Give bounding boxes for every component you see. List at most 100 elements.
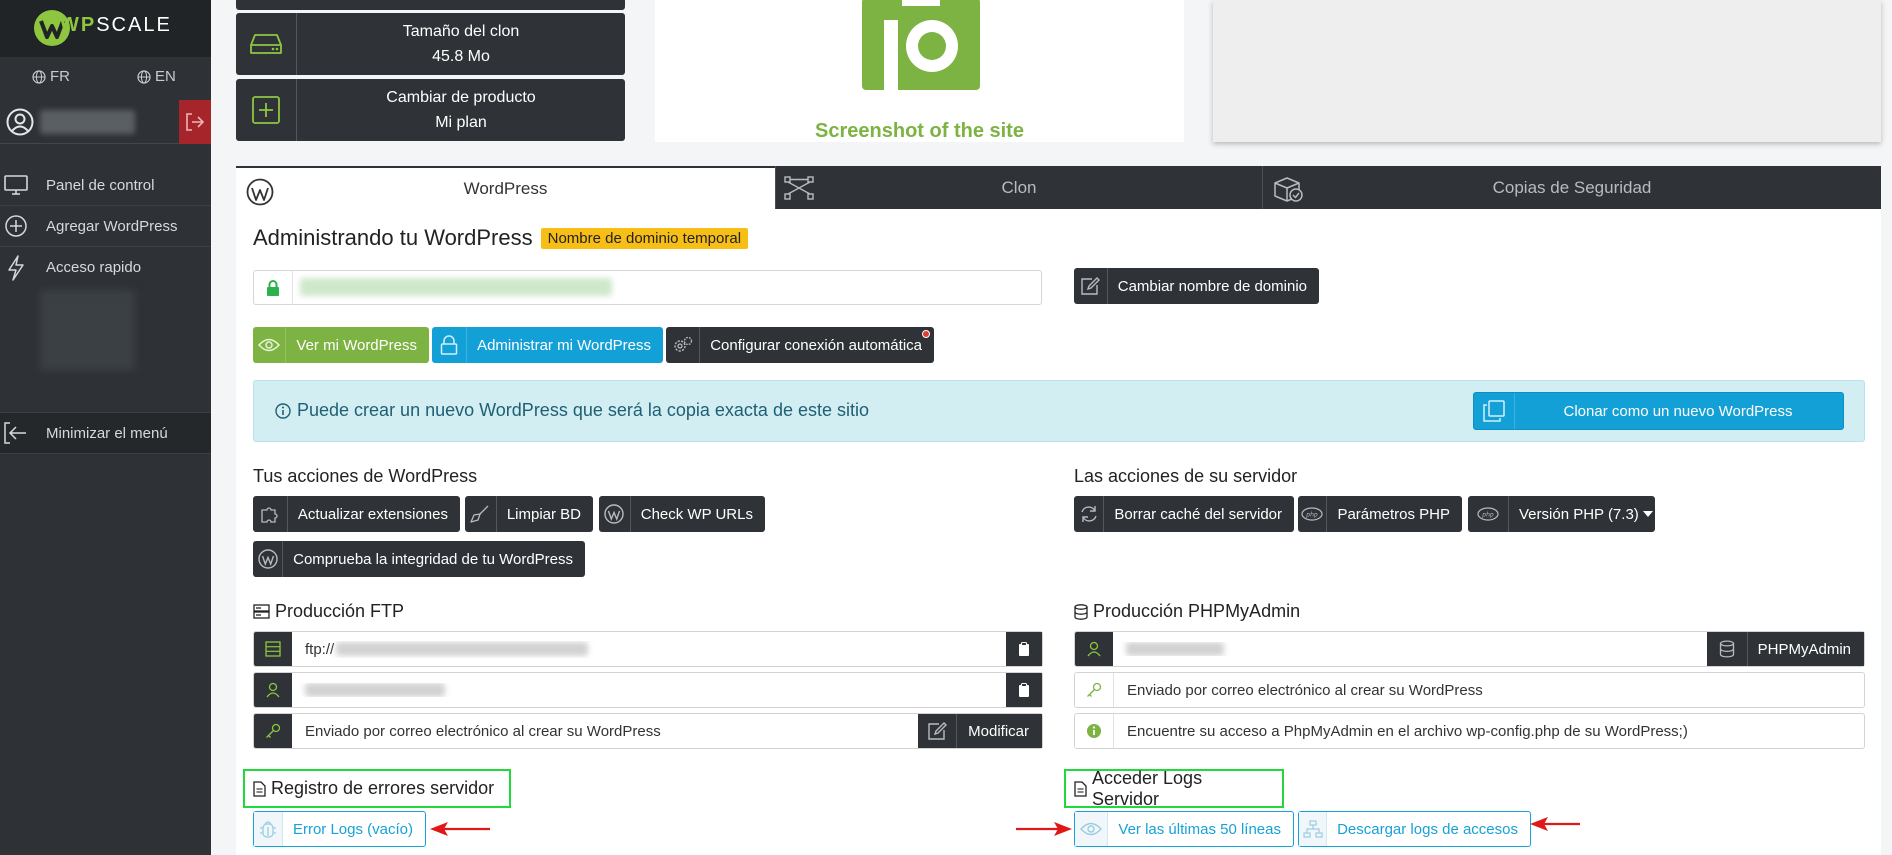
ftp-host-field[interactable]: ftp:// — [253, 631, 1043, 667]
autologin-label: Configurar conexión automática — [710, 336, 922, 354]
clipboard-button[interactable] — [1006, 632, 1042, 666]
error-logs-title-label: Registro de errores servidor — [271, 778, 495, 798]
wordpress-tab-panel — [236, 209, 1881, 855]
ftp-section-title: Producción FTP — [253, 601, 404, 622]
tab-backups[interactable]: Copias de Seguridad — [1262, 166, 1881, 209]
clean-db-label: Limpiar BD — [506, 505, 581, 523]
phpmyadmin-user-redacted — [1126, 642, 1224, 656]
site-url-redacted — [300, 278, 612, 296]
sidebar-item-add-wordpress[interactable]: Agregar WordPress — [0, 206, 211, 247]
lang-en-link[interactable]: EN — [137, 68, 176, 85]
view-wordpress-label: Ver mi WordPress — [296, 336, 417, 354]
sidebar-item-label: Acceso rapido — [46, 259, 142, 276]
sidebar-item-quick-access[interactable]: Acceso rapido — [0, 247, 211, 288]
backup-box-icon — [1273, 176, 1303, 202]
logout-icon — [185, 113, 205, 131]
ftp-password-text: Enviado por correo electrónico al crear … — [305, 722, 661, 740]
key-icon — [254, 714, 292, 748]
ftp-password-field: Enviado por correo electrónico al crear … — [253, 713, 1043, 749]
clear-cache-button[interactable]: Borrar caché del servidor — [1074, 496, 1294, 532]
logout-button[interactable] — [179, 100, 211, 144]
lock-icon — [253, 270, 293, 305]
change-product-value: Mi plan — [435, 114, 487, 131]
php-params-label: Parámetros PHP — [1337, 505, 1450, 523]
wordpress-icon — [253, 541, 284, 577]
check-integrity-button[interactable]: Comprueba la integridad de tu WordPress — [253, 541, 585, 577]
sitemap-icon — [1299, 812, 1328, 846]
sidebar-item-label: Panel de control — [46, 176, 155, 194]
screenshot-caption: Screenshot of the site — [815, 120, 1024, 142]
clipboard-icon — [1018, 641, 1030, 657]
phpmyadmin-user-field[interactable]: PHPMyAdmin — [1074, 631, 1865, 667]
lang-fr-link[interactable]: FR — [32, 68, 70, 85]
php-version-dropdown[interactable]: php Versión PHP (7.3) — [1468, 496, 1655, 532]
globe-icon — [137, 69, 151, 84]
view-last-50-lines-button[interactable]: Ver las últimas 50 líneas — [1074, 811, 1294, 847]
ftp-host-prefix: ftp:// — [305, 640, 335, 658]
sidebar-item-dashboard[interactable]: Panel de control — [0, 165, 211, 206]
clone-size-card: Tamaño del clon 45.8 Mo — [236, 13, 625, 75]
plus-square-icon — [236, 79, 297, 141]
svg-text:php: php — [1481, 512, 1494, 519]
lock-icon — [432, 327, 468, 363]
check-wp-urls-label: Check WP URLs — [640, 505, 753, 523]
eye-icon — [1075, 812, 1109, 846]
sidebar-item-label: Agregar WordPress — [46, 217, 178, 235]
tab-wordpress[interactable]: WordPress — [236, 166, 775, 209]
brand-name: WPSCALE — [60, 14, 172, 36]
phpmyadmin-password-field: Enviado por correo electrónico al crear … — [1074, 672, 1865, 708]
wp-actions-title: Tus acciones de WordPress — [253, 466, 478, 486]
check-wp-urls-button[interactable]: Check WP URLs — [599, 496, 765, 532]
clone-new-wordpress-label: Clonar como un nuevo WordPress — [1563, 402, 1793, 420]
php-params-button[interactable]: php Parámetros PHP — [1298, 496, 1462, 532]
ftp-user-redacted — [305, 683, 445, 697]
gears-icon — [666, 327, 701, 363]
modify-password-button[interactable]: Modificar — [918, 714, 1042, 748]
ftp-host-redacted — [336, 642, 589, 656]
copy-icon — [1474, 393, 1515, 429]
eye-icon — [253, 327, 287, 363]
modify-label: Modificar — [968, 722, 1029, 740]
svg-text:php: php — [1306, 512, 1319, 519]
logo-bar: WPSCALE — [0, 0, 211, 57]
clipboard-icon — [1018, 682, 1030, 698]
info-circle-icon — [1075, 714, 1114, 748]
clipboard-button[interactable] — [1006, 673, 1042, 707]
user-avatar-icon — [6, 108, 34, 136]
red-arrow-left-icon — [1530, 815, 1582, 833]
red-arrow-right-icon — [1016, 820, 1072, 838]
autologin-button[interactable]: Configurar conexión automática — [666, 327, 934, 363]
change-domain-button[interactable]: Cambiar nombre de dominio — [1074, 268, 1319, 304]
php-icon: php — [1468, 496, 1509, 532]
error-logs-button[interactable]: Error Logs (vacío) — [253, 811, 426, 847]
refresh-icon — [1074, 496, 1105, 532]
view-wordpress-button[interactable]: Ver mi WordPress — [253, 327, 429, 363]
minimize-menu-button[interactable]: Minimizar el menú — [0, 412, 211, 454]
download-access-logs-button[interactable]: Descargar logs de accesos — [1298, 811, 1531, 847]
check-integrity-label: Comprueba la integridad de tu WordPress — [293, 550, 573, 568]
notification-dot — [922, 330, 930, 338]
phpmyadmin-info-text: Encuentre su acceso a PhpMyAdmin en el a… — [1127, 722, 1688, 740]
lang-en-label: EN — [155, 68, 176, 85]
user-icon — [254, 673, 292, 707]
update-extensions-button[interactable]: Actualizar extensiones — [253, 496, 460, 532]
phpmyadmin-button[interactable]: PHPMyAdmin — [1706, 632, 1864, 666]
view-last-50-lines-label: Ver las últimas 50 líneas — [1118, 820, 1281, 838]
ftp-user-field[interactable] — [253, 672, 1043, 708]
clear-cache-label: Borrar caché del servidor — [1114, 505, 1282, 523]
caret-down-icon — [1642, 511, 1653, 517]
access-logs-title-label: Acceder Logs Servidor — [1092, 767, 1203, 809]
admin-wordpress-button[interactable]: Administrar mi WordPress — [432, 327, 663, 363]
phpmyadmin-title-label: Producción PHPMyAdmin — [1093, 601, 1301, 621]
page-title: Administrando tu WordPress — [253, 225, 533, 250]
info-card-partial — [236, 0, 625, 10]
quick-access-redacted — [40, 290, 135, 370]
phpmyadmin-password-text: Enviado por correo electrónico al crear … — [1127, 681, 1483, 699]
database-icon — [1074, 603, 1088, 620]
key-icon — [1075, 673, 1114, 707]
clone-new-wordpress-button[interactable]: Clonar como un nuevo WordPress — [1473, 392, 1844, 430]
tab-clone[interactable]: Clon — [775, 166, 1262, 209]
change-product-title: Cambiar de producto — [386, 89, 536, 106]
change-product-card[interactable]: Cambiar de producto Mi plan — [236, 79, 625, 141]
clean-db-button[interactable]: Limpiar BD — [465, 496, 593, 532]
